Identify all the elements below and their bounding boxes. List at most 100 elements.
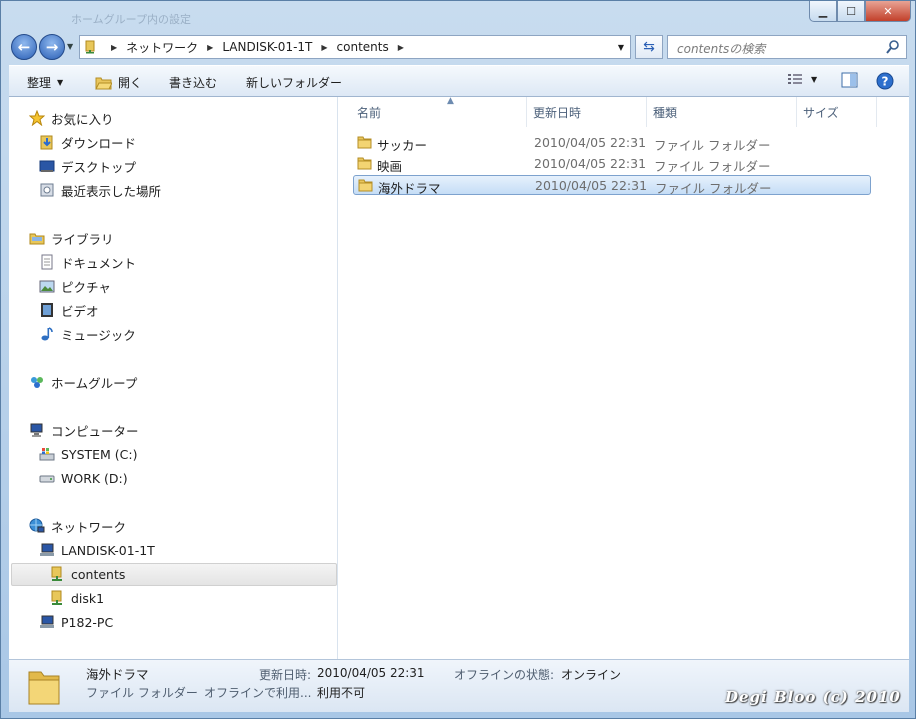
column-label: サイズ xyxy=(803,105,839,120)
file-date: 2010/04/05 22:31 xyxy=(534,135,647,150)
nav-label: お気に入り xyxy=(51,111,114,127)
nav-label: ピクチャ xyxy=(61,279,111,295)
maximize-icon: ☐ xyxy=(846,4,856,18)
details-modified-label: 更新日時: xyxy=(259,668,312,682)
nav-label: ダウンロード xyxy=(61,135,137,151)
nav-item-desktop[interactable]: デスクトップ xyxy=(39,155,136,177)
nav-item-system-drive[interactable]: SYSTEM (C:) xyxy=(39,443,138,465)
view-options-button[interactable]: ▼ xyxy=(787,72,817,86)
file-row[interactable]: 映画 2010/04/05 22:31 ファイル フォルダー xyxy=(353,154,871,174)
nav-item-disk1[interactable]: disk1 xyxy=(49,587,104,609)
chevron-right-icon[interactable]: ▶ xyxy=(111,43,117,52)
file-type: ファイル フォルダー xyxy=(655,181,772,196)
close-button[interactable]: ✕ xyxy=(865,1,911,22)
nav-favorites[interactable]: お気に入り xyxy=(29,107,114,129)
nav-label: contents xyxy=(71,566,126,582)
chevron-right-icon[interactable]: ▶ xyxy=(321,43,327,52)
file-row[interactable]: サッカー 2010/04/05 22:31 ファイル フォルダー xyxy=(353,133,871,153)
breadcrumb: ▶ ネットワーク ▶ LANDISK-01-1T ▶ contents ▶ xyxy=(102,36,413,58)
folder-icon xyxy=(358,179,373,192)
maximize-button[interactable]: ☐ xyxy=(837,1,865,22)
svg-text:?: ? xyxy=(882,75,889,89)
details-pane: 海外ドラマ ファイル フォルダー 更新日時: 2010/04/05 22:31 … xyxy=(9,659,909,712)
nav-item-pictures[interactable]: ピクチャ xyxy=(39,275,111,297)
desktop-icon xyxy=(39,158,55,174)
nav-label: WORK (D:) xyxy=(61,470,128,486)
network-share-icon xyxy=(49,590,65,606)
nav-label: disk1 xyxy=(71,590,105,606)
large-folder-icon xyxy=(28,671,60,705)
chevron-down-icon: ▼ xyxy=(811,74,818,84)
column-header-date[interactable]: 更新日時 xyxy=(527,97,647,127)
nav-item-work-drive[interactable]: WORK (D:) xyxy=(39,467,128,489)
nav-item-videos[interactable]: ビデオ xyxy=(39,299,99,321)
nav-item-p182-pc[interactable]: P182-PC xyxy=(39,611,113,633)
search-icon[interactable] xyxy=(885,39,901,55)
nav-libraries[interactable]: ライブラリ xyxy=(29,227,114,249)
new-folder-button[interactable]: 新しいフォルダー xyxy=(246,74,342,91)
address-history-dropdown[interactable]: ▼ xyxy=(618,43,624,52)
nav-item-music[interactable]: ミュージック xyxy=(39,323,136,345)
back-arrow-icon: ← xyxy=(17,38,31,56)
command-bar: 整理 ▼ 開く 書き込む 新しいフォルダー ▼ ? xyxy=(9,65,909,97)
details-modified-value: 2010/04/05 22:31 xyxy=(317,666,425,680)
folder-icon xyxy=(357,136,372,149)
help-button[interactable]: ? xyxy=(876,72,894,90)
column-header-name[interactable]: ▲ 名前 xyxy=(351,96,527,127)
nav-computer[interactable]: コンピューター xyxy=(29,419,139,441)
forward-button[interactable]: → xyxy=(39,34,65,60)
help-icon: ? xyxy=(876,72,894,90)
nav-label: P182-PC xyxy=(61,614,114,630)
nav-homegroup[interactable]: ホームグループ xyxy=(29,371,137,393)
refresh-button[interactable]: ⇆ xyxy=(635,35,663,59)
column-header-type[interactable]: 種類 xyxy=(647,97,797,127)
title-bar[interactable]: ホームグループ内の設定 ▁ ☐ ✕ xyxy=(1,1,915,31)
burn-button[interactable]: 書き込む xyxy=(169,74,217,91)
nav-label: SYSTEM (C:) xyxy=(61,446,138,462)
file-name: 海外ドラマ xyxy=(378,181,441,196)
details-type: ファイル フォルダー xyxy=(86,686,198,700)
file-type: ファイル フォルダー xyxy=(654,138,771,153)
details-offline-avail-value: 利用不可 xyxy=(317,686,366,700)
open-button[interactable]: 開く xyxy=(95,74,142,91)
navigation-bar: ← → ▼ ▶ ネットワーク ▶ LANDISK-01-1T ▶ content… xyxy=(9,33,909,61)
file-date: 2010/04/05 22:31 xyxy=(534,156,647,171)
window-controls: ▁ ☐ ✕ xyxy=(809,1,911,22)
nav-label: ホームグループ xyxy=(51,375,138,391)
preview-pane-button[interactable] xyxy=(841,72,858,88)
window-title: ホームグループ内の設定 xyxy=(71,13,192,26)
nav-item-documents[interactable]: ドキュメント xyxy=(39,251,136,273)
sort-ascending-icon: ▲ xyxy=(447,96,454,106)
burn-label: 書き込む xyxy=(169,76,218,90)
chevron-right-icon[interactable]: ▶ xyxy=(398,43,404,52)
nav-item-downloads[interactable]: ダウンロード xyxy=(39,131,136,153)
nav-label: ドキュメント xyxy=(61,255,137,271)
navigation-pane[interactable]: お気に入り ダウンロード デスクトップ 最近表示した場所 ライブラリ ドキュメン… xyxy=(9,97,338,659)
column-header-size[interactable]: サイズ xyxy=(797,97,877,127)
chevron-right-icon[interactable]: ▶ xyxy=(207,43,213,52)
nav-item-recent-places[interactable]: 最近表示した場所 xyxy=(39,179,161,201)
nav-item-contents[interactable]: contents xyxy=(49,563,125,585)
file-row-selected[interactable]: 海外ドラマ 2010/04/05 22:31 ファイル フォルダー xyxy=(353,175,871,196)
file-list-pane[interactable]: ▲ 名前 更新日時 種類 サイズ サッカー 2010/04/05 22:31 フ… xyxy=(339,96,909,659)
organize-button[interactable]: 整理 ▼ xyxy=(27,74,63,91)
breadcrumb-contents[interactable]: contents xyxy=(337,40,389,54)
file-name: サッカー xyxy=(377,138,428,153)
network-computer-icon xyxy=(39,614,55,630)
minimize-icon: ▁ xyxy=(818,4,828,18)
folder-icon xyxy=(357,157,372,170)
details-offline-status-label: オフラインの状態: xyxy=(454,668,555,682)
open-folder-icon xyxy=(95,77,112,89)
details-offline-status-value: オンライン xyxy=(561,668,622,682)
search-box[interactable]: contentsの検索 xyxy=(667,35,907,59)
address-bar[interactable]: ▶ ネットワーク ▶ LANDISK-01-1T ▶ contents ▶ ▼ xyxy=(79,35,631,59)
back-button[interactable]: ← xyxy=(11,34,37,60)
nav-network[interactable]: ネットワーク xyxy=(29,515,126,537)
minimize-button[interactable]: ▁ xyxy=(809,1,837,22)
breadcrumb-network[interactable]: ネットワーク xyxy=(126,39,198,56)
search-input[interactable]: contentsの検索 xyxy=(677,40,765,57)
preview-pane-icon xyxy=(841,72,858,88)
nav-item-landisk[interactable]: LANDISK-01-1T xyxy=(39,539,155,561)
breadcrumb-landisk[interactable]: LANDISK-01-1T xyxy=(222,40,312,54)
recent-pages-dropdown[interactable]: ▼ xyxy=(67,42,73,51)
